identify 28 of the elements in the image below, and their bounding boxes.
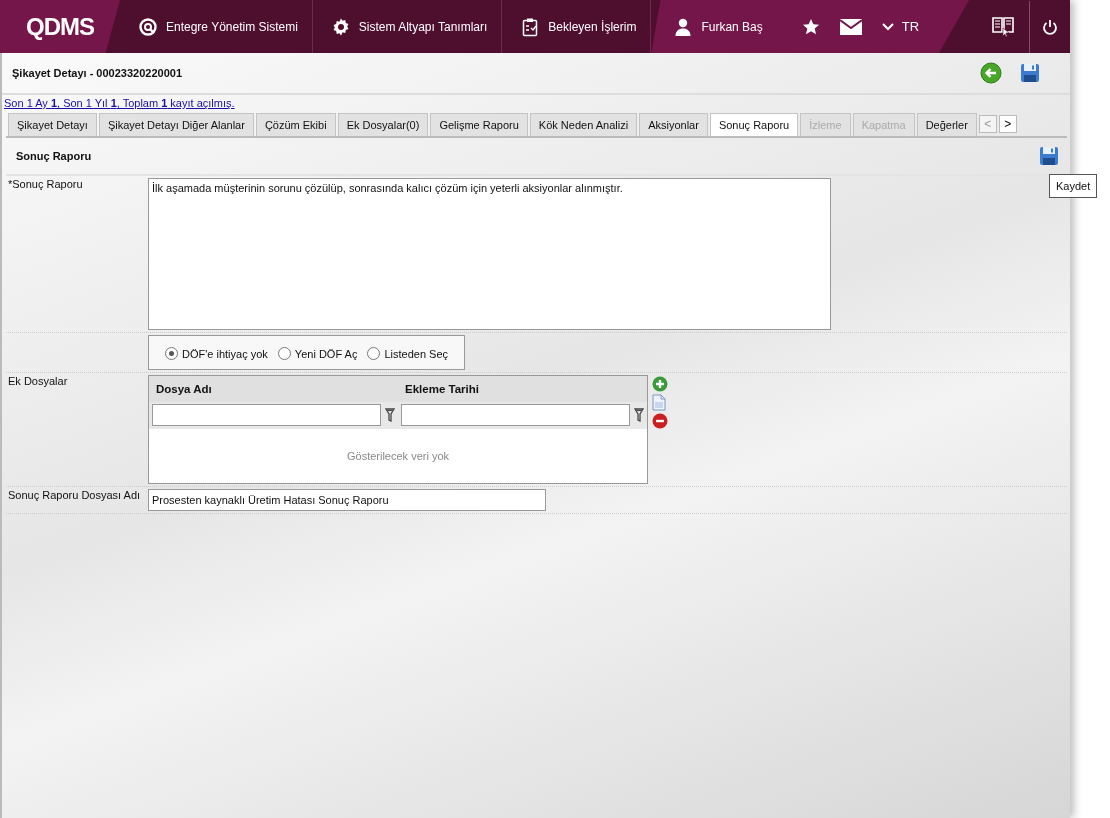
text-field[interactable]: Prosesten kaynaklı Üretim Hatası Sonuç Raporu — [148, 489, 546, 511]
column-header[interactable]: Ekleme Tarihi — [398, 383, 647, 395]
tab[interactable]: Sonuç Raporu — [709, 113, 799, 136]
record-summary-link[interactable]: Son 1 Ay 1, Son 1 Yıl 1, Toplam 1 kayıt açılmış. — [2, 95, 237, 109]
logo[interactable]: QDMS — [0, 0, 120, 53]
user-menu[interactable]: Furkan Baş — [651, 0, 803, 53]
tab[interactable]: Değerler — [916, 113, 977, 136]
text-area[interactable]: İlk aşamada müşterinin sorunu çözülüp, sonrasında kalıcı çözüm için yeterli aksiyonlar alınmıştır. — [148, 178, 831, 330]
tab[interactable]: Kök Neden Analizi — [529, 113, 638, 136]
tab-scroll-button[interactable]: > — [998, 115, 1017, 133]
tab[interactable]: Aksiyonlar — [639, 113, 708, 136]
field-label: *Sonuç Raporu — [7, 178, 84, 192]
radio-option[interactable]: Listeden Seç — [367, 347, 449, 360]
tab[interactable]: Gelişme Raporu — [430, 113, 528, 136]
field-label: Sonuç Raporu Dosyası Adı — [7, 489, 142, 503]
language-selector[interactable]: TR — [881, 19, 920, 34]
field-label: Ek Dosyalar — [7, 375, 69, 389]
section-title: Sonuç Raporu — [16, 150, 92, 162]
radio-option[interactable]: Yeni DÖF Aç — [277, 347, 358, 360]
radio-option[interactable]: DÖF'e ihtiyaç yok — [165, 347, 268, 360]
column-header[interactable]: Dosya Adı — [149, 383, 398, 395]
tooltip: Kaydet — [1049, 174, 1098, 198]
tab[interactable]: Şikayet Detayı — [8, 113, 97, 136]
tab[interactable]: Çözüm Ekibi — [255, 113, 336, 136]
empty-message: Gösterilecek veri yok — [345, 449, 451, 464]
page-title: Şikayet Detayı - 00023320220001 — [12, 67, 183, 79]
tab[interactable]: Şikayet Detayı Diğer Alanlar — [98, 113, 254, 136]
tab[interactable]: Ek Dosyalar(0) — [337, 113, 429, 136]
